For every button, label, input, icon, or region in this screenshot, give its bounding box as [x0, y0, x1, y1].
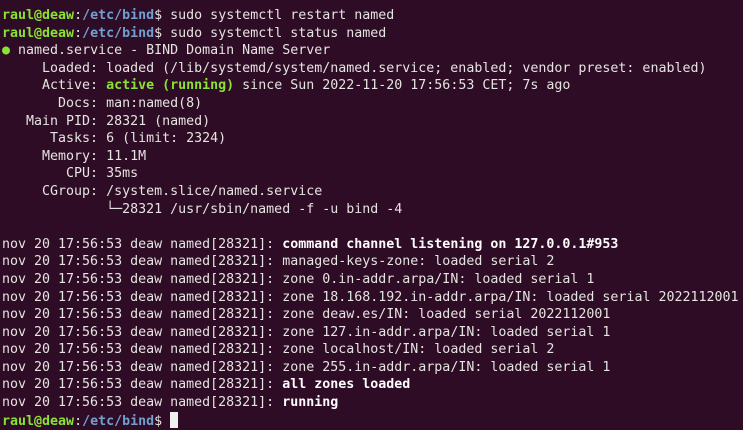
service-title: named.service - BIND Domain Name Server [10, 43, 331, 59]
log-line: nov 20 17:56:53 deaw named[28321]: comma… [2, 236, 743, 254]
current-prompt: raul@deaw:/etc/bind$ [2, 411, 743, 430]
log-message: zone 0.in-addr.arpa/IN: loaded serial 1 [282, 271, 595, 287]
command-line: raul@deaw:/etc/bind$ sudo systemctl rest… [2, 7, 743, 25]
status-main-pid: Main PID: 28321 (named) [2, 113, 211, 129]
service-header: ● named.service - BIND Domain Name Serve… [2, 42, 743, 60]
prompt-separator: : [74, 25, 83, 41]
prompt-path: /etc/bind [82, 413, 155, 429]
status-cgroup-process: └─28321 /usr/sbin/named -f -u bind -4 [2, 201, 403, 217]
log-prefix: nov 20 17:56:53 deaw named[28321]: [2, 236, 283, 252]
prompt-path: /etc/bind [82, 25, 155, 41]
log-line: nov 20 17:56:53 deaw named[28321]: runni… [2, 394, 743, 412]
prompt-user-host: raul@deaw [2, 413, 75, 429]
status-active: Active: active (running) since Sun 2022-… [2, 77, 743, 95]
log-message: running [282, 395, 339, 411]
prompt-separator: : [74, 413, 83, 429]
prompt-user-host: raul@deaw [2, 25, 75, 41]
log-prefix: nov 20 17:56:53 deaw named[28321]: [2, 377, 283, 393]
log-message: zone 18.168.192.in-addr.arpa/IN: loaded … [282, 289, 739, 305]
active-label: Active: [2, 78, 107, 94]
log-prefix: nov 20 17:56:53 deaw named[28321]: [2, 324, 283, 340]
log-prefix: nov 20 17:56:53 deaw named[28321]: [2, 395, 283, 411]
terminal-output[interactable]: raul@deaw:/etc/bind$ sudo systemctl rest… [0, 0, 743, 429]
log-line: nov 20 17:56:53 deaw named[28321]: all z… [2, 376, 743, 394]
status-loaded: Loaded: loaded (/lib/systemd/system/name… [2, 60, 707, 76]
log-message: all zones loaded [282, 377, 411, 393]
command-text: sudo systemctl restart named [170, 8, 395, 23]
log-line: nov 20 17:56:53 deaw named[28321]: manag… [2, 253, 743, 271]
log-message: zone 255.in-addr.arpa/IN: loaded serial … [282, 359, 611, 375]
log-message: zone 127.in-addr.arpa/IN: loaded serial … [282, 324, 611, 340]
log-line: nov 20 17:56:53 deaw named[28321]: zone … [2, 306, 743, 324]
prompt-user-host: raul@deaw [2, 8, 75, 23]
log-prefix: nov 20 17:56:53 deaw named[28321]: [2, 271, 283, 287]
log-line: nov 20 17:56:53 deaw named[28321]: zone … [2, 289, 743, 307]
status-dot-icon: ● [2, 43, 11, 59]
status-memory: Memory: 11.1M [2, 148, 147, 164]
log-message: zone deaw.es/IN: loaded serial 202211200… [282, 307, 611, 323]
status-tasks: Tasks: 6 (limit: 2324) [2, 131, 227, 147]
status-docs: Docs: man:named(8) [2, 95, 203, 111]
log-prefix: nov 20 17:56:53 deaw named[28321]: [2, 254, 283, 270]
text-cursor[interactable] [170, 411, 179, 428]
log-message: managed-keys-zone: loaded serial 2 [282, 254, 555, 270]
command-text: sudo systemctl status named [170, 25, 387, 41]
journal-log: nov 20 17:56:53 deaw named[28321]: comma… [2, 236, 743, 412]
log-line: nov 20 17:56:53 deaw named[28321]: zone … [2, 341, 743, 359]
log-line: nov 20 17:56:53 deaw named[28321]: zone … [2, 324, 743, 342]
active-state: active (running) [106, 78, 235, 94]
log-message: command channel listening on 127.0.0.1#9… [282, 236, 619, 252]
log-line: nov 20 17:56:53 deaw named[28321]: zone … [2, 359, 743, 377]
log-prefix: nov 20 17:56:53 deaw named[28321]: [2, 289, 283, 305]
log-message: zone localhost/IN: loaded serial 2 [282, 342, 555, 358]
status-cgroup: CGroup: /system.slice/named.service [2, 183, 323, 199]
prompt-separator: : [74, 8, 83, 23]
prompt-path: /etc/bind [82, 8, 155, 23]
active-since: since Sun 2022-11-20 17:56:53 CET; 7s ag… [234, 78, 571, 94]
log-prefix: nov 20 17:56:53 deaw named[28321]: [2, 359, 283, 375]
prompt-symbol: $ [154, 25, 171, 41]
command-line: raul@deaw:/etc/bind$ sudo systemctl stat… [2, 25, 743, 43]
status-cpu: CPU: 35ms [2, 166, 139, 182]
log-prefix: nov 20 17:56:53 deaw named[28321]: [2, 307, 283, 323]
prompt-symbol: $ [154, 413, 171, 429]
log-prefix: nov 20 17:56:53 deaw named[28321]: [2, 342, 283, 358]
log-line: nov 20 17:56:53 deaw named[28321]: zone … [2, 271, 743, 289]
prompt-symbol: $ [154, 8, 171, 23]
